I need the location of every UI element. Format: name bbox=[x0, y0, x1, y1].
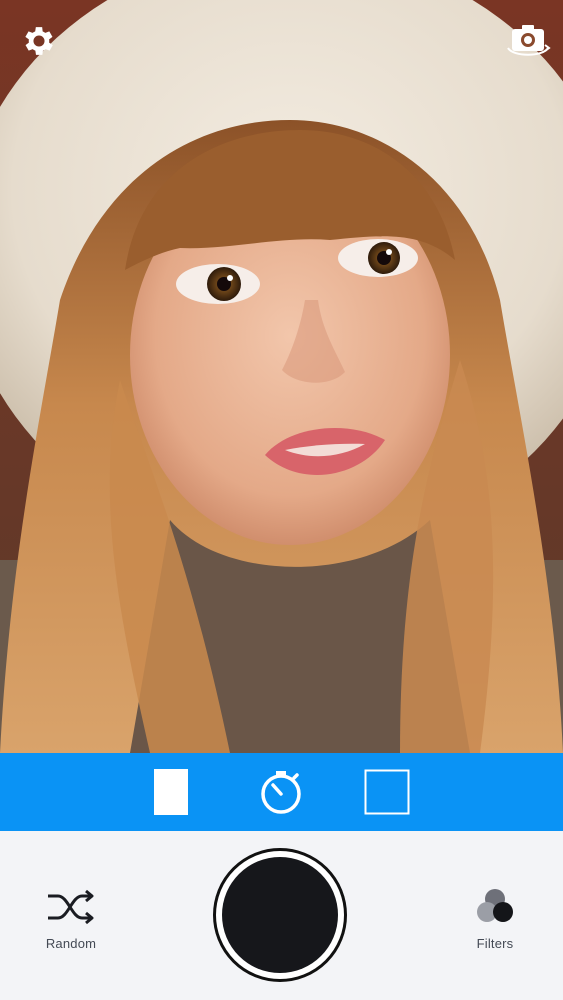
camera-app: Random Filters bbox=[0, 0, 563, 1000]
portrait-frame-button[interactable] bbox=[148, 768, 194, 816]
square-frame-icon bbox=[364, 769, 410, 815]
random-label: Random bbox=[45, 936, 97, 951]
timer-button[interactable] bbox=[255, 768, 307, 816]
gear-icon bbox=[25, 27, 53, 55]
mode-toolbar bbox=[0, 753, 563, 831]
capture-controls: Random Filters bbox=[0, 831, 563, 1000]
square-frame-button[interactable] bbox=[360, 768, 414, 816]
preview-image bbox=[0, 0, 563, 753]
shutter-button[interactable] bbox=[213, 848, 347, 982]
filters-icon bbox=[477, 889, 513, 922]
portrait-frame-icon bbox=[154, 769, 188, 815]
shuffle-icon bbox=[48, 889, 94, 925]
switch-camera-button[interactable] bbox=[505, 18, 551, 64]
timer-icon bbox=[261, 771, 301, 814]
filters-button[interactable]: Filters bbox=[450, 886, 540, 951]
camera-switch-icon bbox=[507, 25, 551, 56]
settings-button[interactable] bbox=[16, 18, 62, 64]
camera-preview bbox=[0, 0, 563, 753]
random-button[interactable]: Random bbox=[26, 886, 116, 951]
filters-label: Filters bbox=[476, 936, 514, 951]
shutter-inner bbox=[222, 857, 338, 973]
